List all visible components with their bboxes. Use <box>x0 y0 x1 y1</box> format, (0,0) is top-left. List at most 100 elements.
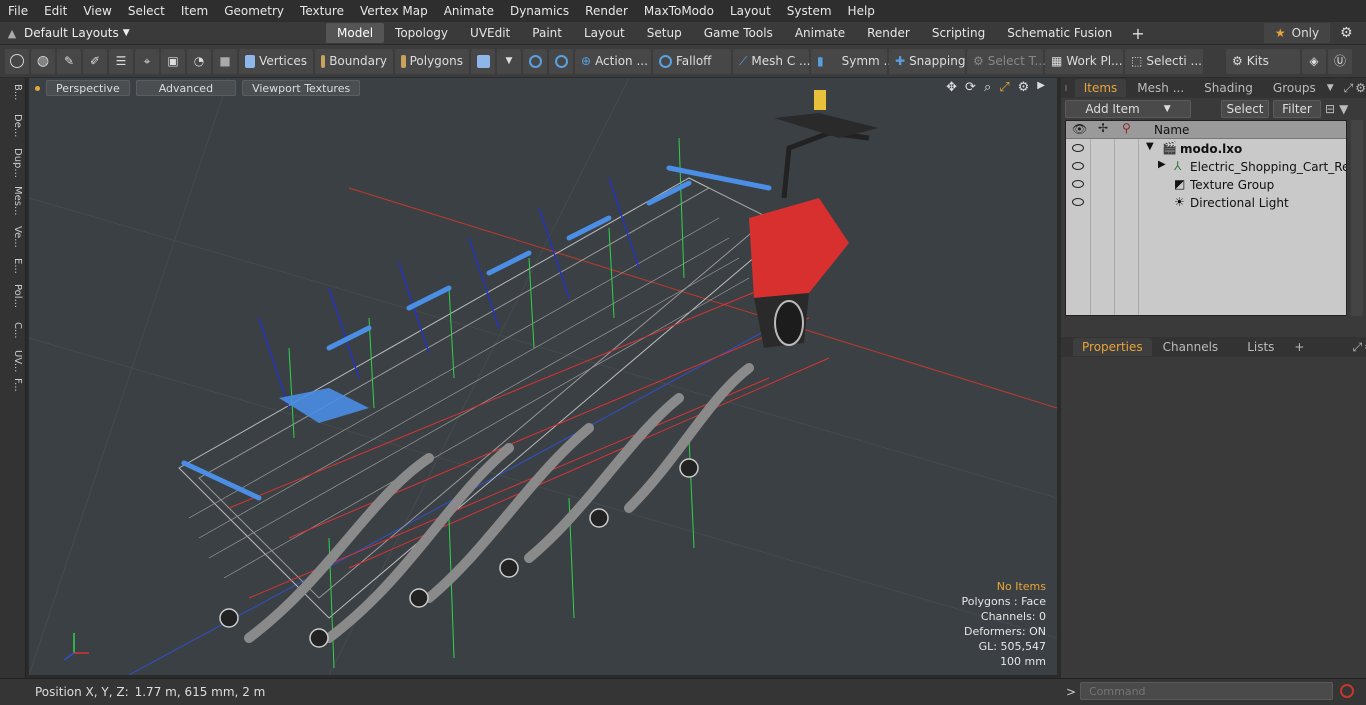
select-button[interactable]: Select <box>1221 100 1269 118</box>
viewport-scene[interactable] <box>29 78 1057 675</box>
menu-file[interactable]: File <box>0 0 36 22</box>
tab-topology[interactable]: Topology <box>384 23 459 43</box>
rotate-button[interactable]: ◔ <box>187 48 211 74</box>
visibility-eye-icon[interactable] <box>1072 144 1084 152</box>
brush-button[interactable]: ✐ <box>83 48 107 74</box>
visibility-eye-icon[interactable] <box>1072 198 1084 206</box>
only-toggle[interactable]: ★ Only <box>1264 23 1330 43</box>
menu-texture[interactable]: Texture <box>292 0 352 22</box>
zoom-icon[interactable]: ⌕ <box>984 80 991 95</box>
vtab-deform[interactable]: De... <box>3 114 23 137</box>
menu-select[interactable]: Select <box>120 0 173 22</box>
mesh-constraint-button[interactable]: ⟋ Mesh C ... <box>733 48 810 74</box>
expand-icon[interactable]: ⤢ <box>1344 81 1354 96</box>
item-row-texture-group[interactable]: ◩ Texture Group <box>1066 176 1346 194</box>
vtab-basic[interactable]: B... <box>3 84 23 100</box>
expand-arrow-icon[interactable]: ▼ <box>1146 141 1154 152</box>
tab-shading[interactable]: Shading <box>1195 79 1262 97</box>
falloff-button[interactable]: Falloff <box>653 48 731 74</box>
chevron-down-icon[interactable]: ▼ <box>1327 83 1334 93</box>
select-through-button[interactable]: ⚙ Select T... <box>967 48 1046 74</box>
tab-animate[interactable]: Animate <box>784 23 856 43</box>
snapping-button[interactable]: ✚ Snapping <box>889 48 965 74</box>
kits-button[interactable]: ⚙ Kits <box>1226 48 1300 74</box>
viewport-gear-icon[interactable]: ⚙ <box>1018 80 1030 95</box>
menu-geometry[interactable]: Geometry <box>216 0 292 22</box>
viewport-textures-button[interactable]: Viewport Textures <box>242 80 361 96</box>
visibility-eye-icon[interactable] <box>1072 162 1084 170</box>
pen-button[interactable]: ✎ <box>57 48 81 74</box>
gear-icon[interactable]: ⚙ <box>1340 25 1353 41</box>
boundary-button[interactable]: Boundary <box>315 48 393 74</box>
play-icon[interactable]: ▶ <box>1037 80 1045 95</box>
scrollbar-right[interactable] <box>1351 120 1363 316</box>
menu-render[interactable]: Render <box>577 0 636 22</box>
tab-render[interactable]: Render <box>856 23 921 43</box>
maximize-icon[interactable]: ⤢ <box>999 80 1009 95</box>
tab-model[interactable]: Model <box>326 23 385 43</box>
unity-button[interactable]: ◈ <box>1302 48 1326 74</box>
item-row-light[interactable]: ☀ Directional Light <box>1066 194 1346 212</box>
tab-mesh[interactable]: Mesh ... <box>1128 79 1193 97</box>
layout-grip-icon[interactable]: ▲ <box>0 27 24 40</box>
tab-paint[interactable]: Paint <box>521 23 573 43</box>
add-item-button[interactable]: Add Item ▼ <box>1065 100 1191 118</box>
tab-setup[interactable]: Setup <box>636 23 693 43</box>
advanced-button[interactable]: Advanced <box>135 80 237 96</box>
unreal-button[interactable]: Ⓤ <box>1328 48 1352 74</box>
move-icon[interactable]: ✥ <box>946 80 957 95</box>
symmetry-x-button[interactable] <box>523 48 547 74</box>
select-circle-button[interactable] <box>5 48 29 74</box>
3d-viewport[interactable]: Perspective Advanced Viewport Textures ✥… <box>29 78 1057 675</box>
collapse-icon[interactable]: ⊟ <box>1325 102 1335 116</box>
frame-button[interactable]: ▣ <box>161 48 185 74</box>
layout-preset-dropdown[interactable]: Default Layouts ▼ <box>24 26 324 40</box>
command-input[interactable] <box>1080 682 1333 700</box>
tab-game-tools[interactable]: Game Tools <box>693 23 784 43</box>
name-column-header[interactable]: Name <box>1154 123 1189 137</box>
material-dropdown[interactable]: ▼ <box>497 48 521 74</box>
vtab-edge[interactable]: E... <box>3 258 23 274</box>
tab-lists[interactable]: Lists <box>1229 338 1292 356</box>
menu-dynamics[interactable]: Dynamics <box>502 0 577 22</box>
material-button[interactable] <box>471 48 495 74</box>
vtab-mesh-edit[interactable]: Mes... <box>3 186 23 216</box>
vtab-uv[interactable]: UV... <box>3 350 23 372</box>
add-tab-icon[interactable]: + <box>1294 340 1304 354</box>
filter-button[interactable]: Filter <box>1273 100 1321 118</box>
panel-gear-icon[interactable]: ⚙ <box>1355 81 1366 95</box>
globe-button[interactable]: ◍ <box>31 48 55 74</box>
menu-maxtomodo[interactable]: MaxToModo <box>636 0 722 22</box>
menu-view[interactable]: View <box>75 0 119 22</box>
symmetry-button[interactable]: ▮ Symm ... <box>811 48 895 74</box>
add-tab-icon[interactable]: + <box>1131 24 1144 43</box>
vtab-fusion[interactable]: F... <box>3 378 23 392</box>
vertices-button[interactable]: Vertices <box>239 48 313 74</box>
visibility-eye-icon[interactable] <box>1072 180 1084 188</box>
tab-scripting[interactable]: Scripting <box>921 23 996 43</box>
perspective-button[interactable]: Perspective <box>46 80 130 96</box>
symmetry-y-button[interactable] <box>549 48 573 74</box>
orbit-icon[interactable]: ⟳ <box>965 80 976 95</box>
expand-arrow-icon[interactable]: ▶ <box>1158 159 1166 170</box>
item-row-scene[interactable]: ▼ 🎬 modo.lxo <box>1066 140 1346 158</box>
align-button[interactable]: ☰ <box>109 48 133 74</box>
menu-vertex-map[interactable]: Vertex Map <box>352 0 436 22</box>
polygons-button[interactable]: Polygons <box>395 48 469 74</box>
vtab-duplicate[interactable]: Dup... <box>3 148 23 178</box>
menu-edit[interactable]: Edit <box>36 0 75 22</box>
expand-icon[interactable]: ⤢ <box>1352 340 1362 355</box>
vtab-vertex[interactable]: Ve... <box>3 226 23 248</box>
tab-channels[interactable]: Channels <box>1154 338 1228 356</box>
tab-items[interactable]: Items <box>1074 79 1127 97</box>
menu-system[interactable]: System <box>779 0 840 22</box>
menu-item[interactable]: Item <box>173 0 216 22</box>
filter-funnel-icon[interactable]: ▼ <box>1339 102 1348 116</box>
tab-schematic-fusion[interactable]: Schematic Fusion <box>996 23 1123 43</box>
tab-layout[interactable]: Layout <box>573 23 636 43</box>
selection-sets-button[interactable]: ⬚ Selecti ... <box>1125 48 1203 74</box>
vtab-polygon[interactable]: Pol... <box>3 284 23 308</box>
tab-groups[interactable]: Groups <box>1264 79 1325 97</box>
record-icon[interactable] <box>1340 684 1354 698</box>
vtab-curve[interactable]: C... <box>3 322 23 339</box>
